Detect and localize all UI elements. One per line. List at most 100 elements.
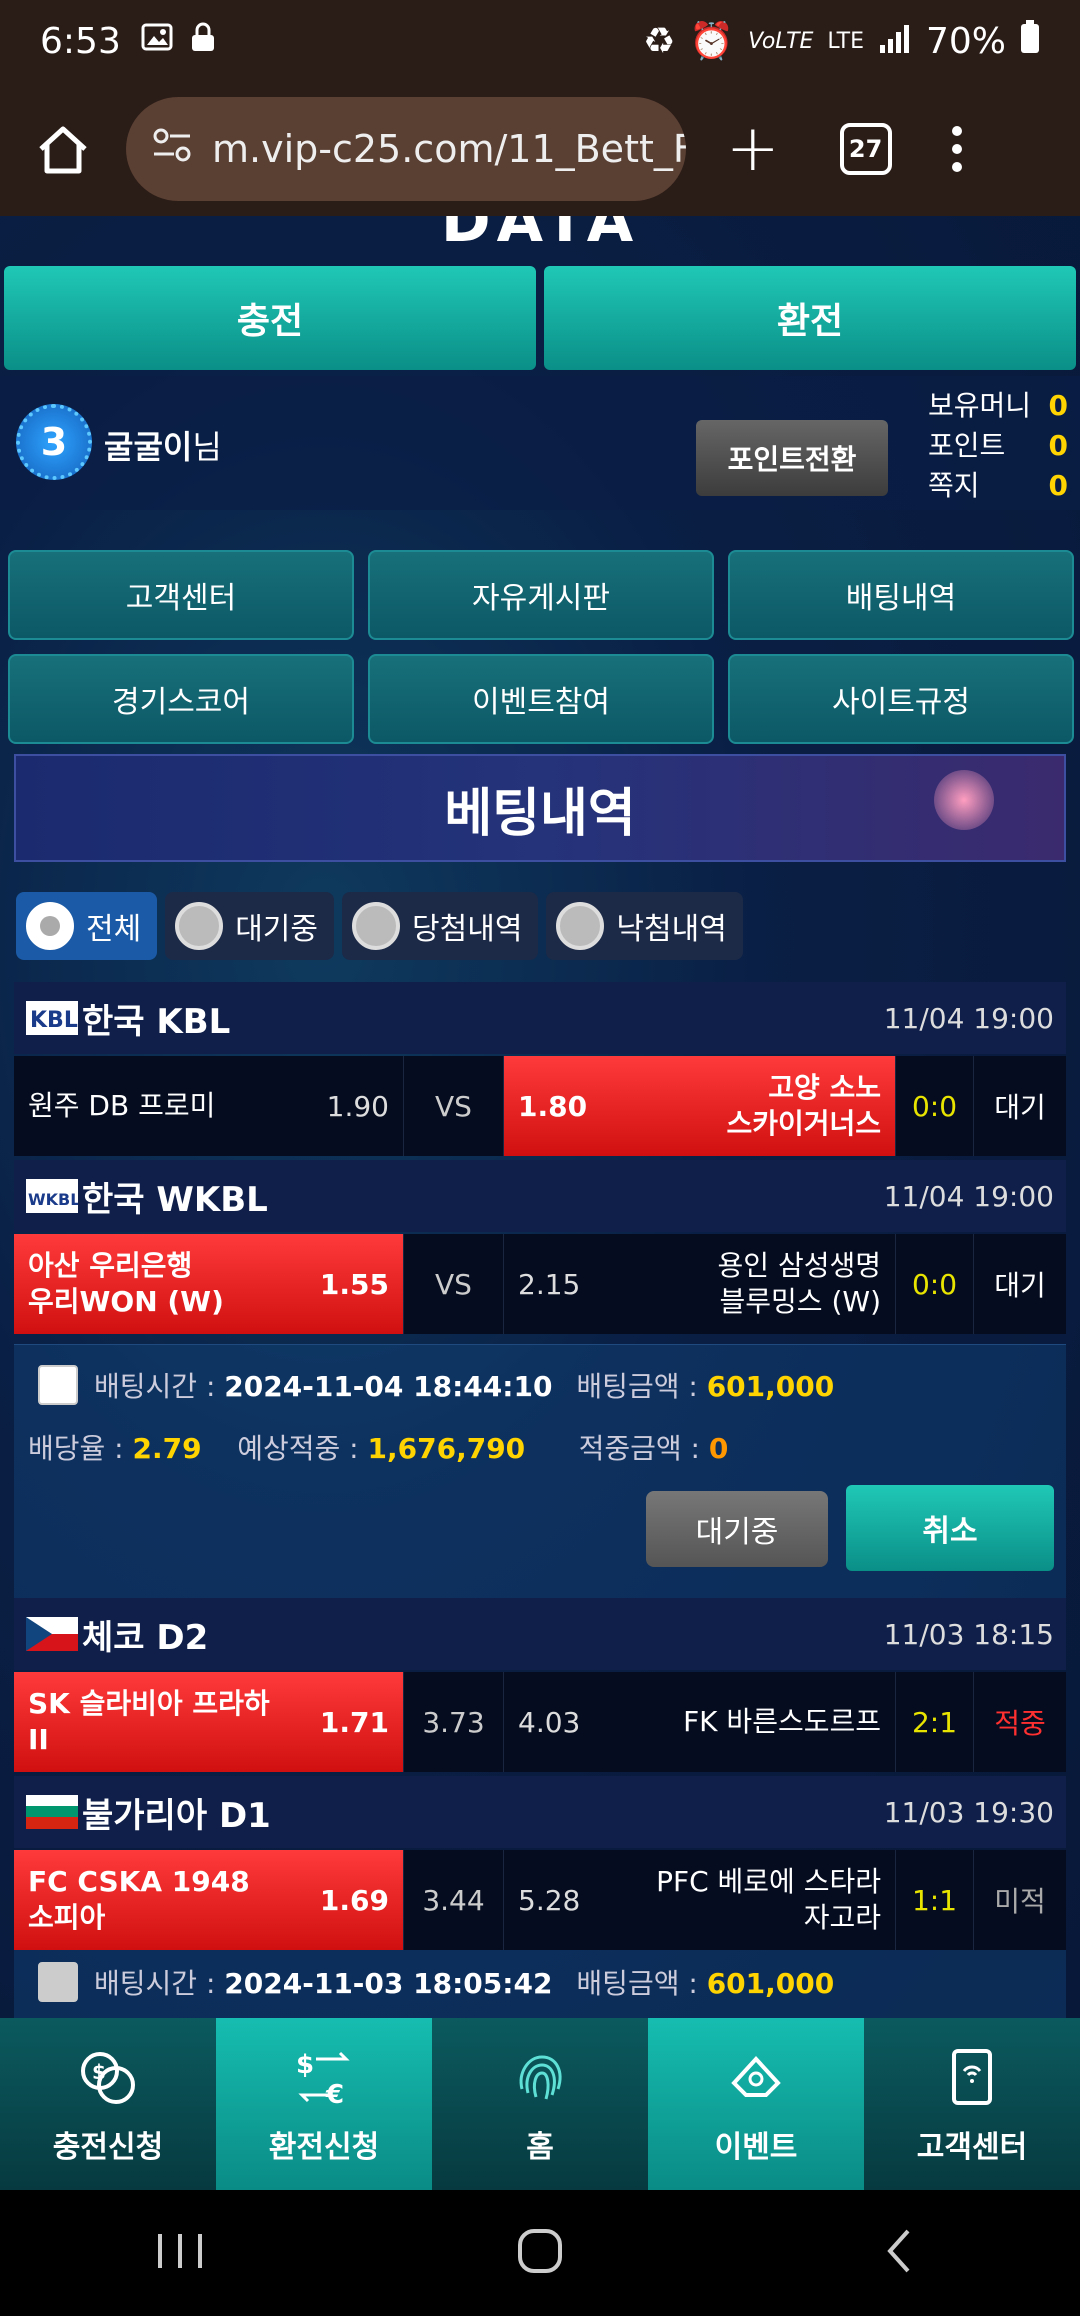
- nav-exchange[interactable]: $ € 환전신청: [216, 2018, 432, 2190]
- draw-cell[interactable]: 3.44: [404, 1850, 504, 1950]
- menu-game-score[interactable]: 경기스코어: [8, 654, 354, 744]
- bet-slip-info: 배팅시간 : 2024-11-04 18:44:10 배팅금액 : 601,00…: [14, 1344, 1066, 1598]
- nav-charge[interactable]: $ 충전신청: [0, 2018, 216, 2190]
- new-tab-button[interactable]: +: [726, 112, 780, 186]
- filter-lost[interactable]: 낙첨내역: [546, 892, 743, 960]
- point-convert-button[interactable]: 포인트전환: [696, 420, 888, 496]
- radio-icon: [352, 902, 401, 950]
- url-text: m.vip-c25.com/11_Bett_F: [212, 127, 686, 171]
- system-back-button[interactable]: [870, 2221, 930, 2285]
- away-team-cell[interactable]: 2.15 용인 삼성생명 블루밍스 (W): [504, 1234, 896, 1334]
- league-name: 불가리아 D1: [82, 1795, 271, 1836]
- league-header: 체코 D2 11/03 18:15: [14, 1598, 1066, 1670]
- status-cell: 대기: [994, 1269, 1046, 1302]
- away-team-cell[interactable]: 4.03 FK 바른스도르프: [504, 1672, 896, 1772]
- league-header: WKBL 한국 WKBL 11/04 19:00: [14, 1160, 1066, 1232]
- bet-slip-info: 배팅시간 : 2024-11-03 18:05:42 배팅금액 : 601,00…: [14, 1950, 1066, 2018]
- filter-won[interactable]: 당첨내역: [342, 892, 539, 960]
- vs-cell: VS: [404, 1234, 504, 1334]
- home-team-cell-selected[interactable]: SK 슬라비아 프라하 II 1.71: [14, 1672, 404, 1772]
- status-bar: 6:53 ♻ ⏰ VoLTE LTE 70%: [0, 0, 1080, 82]
- menu-customer-center[interactable]: 고객센터: [8, 550, 354, 640]
- bet-select-checkbox[interactable]: [38, 1365, 78, 1405]
- nav-support[interactable]: 고객센터: [864, 2018, 1080, 2190]
- away-team-cell[interactable]: 5.28 PFC 베로에 스타라 자고라: [504, 1850, 896, 1950]
- username: 굴굴이님: [104, 428, 222, 466]
- recent-apps-button[interactable]: [150, 2226, 210, 2280]
- home-team-cell[interactable]: 원주 DB 프로미 1.90: [14, 1056, 404, 1156]
- browser-toolbar: m.vip-c25.com/11_Bett_F + 27: [0, 82, 1080, 216]
- banner-glow: [934, 770, 994, 830]
- address-bar[interactable]: m.vip-c25.com/11_Bett_F: [126, 97, 686, 201]
- svg-text:$: $: [296, 2050, 314, 2080]
- nav-event[interactable]: 이벤트: [648, 2018, 864, 2190]
- page-title: 베팅내역: [444, 783, 636, 844]
- charge-button[interactable]: 충전: [4, 266, 536, 370]
- draw-cell[interactable]: 3.73: [404, 1672, 504, 1772]
- away-team-cell-selected[interactable]: 1.80 고양 소노 스카이거너스: [504, 1056, 896, 1156]
- battery-text: 70%: [925, 20, 1006, 62]
- tab-switcher-button[interactable]: 27: [839, 123, 892, 175]
- battery-icon: [1020, 19, 1040, 63]
- point-value: 0: [1048, 429, 1068, 462]
- image-icon: [141, 21, 173, 61]
- home-team-cell-selected[interactable]: FC CSKA 1948 소피아 1.69: [14, 1850, 404, 1950]
- filter-group: 전체 대기중 당첨내역 낙첨내역: [16, 892, 743, 960]
- bulgaria-flag-icon: [26, 1795, 78, 1829]
- menu-site-rules[interactable]: 사이트규정: [728, 654, 1074, 744]
- match-date: 11/03 19:30: [883, 1795, 1054, 1829]
- match-date: 11/04 19:00: [883, 1179, 1054, 1213]
- score-cell: 2:1: [896, 1672, 974, 1772]
- browser-menu-button[interactable]: [951, 126, 962, 172]
- radio-icon: [556, 902, 605, 950]
- league-name: 체코 D2: [82, 1617, 209, 1658]
- back-icon: [887, 2229, 910, 2273]
- home-team-cell-selected[interactable]: 아산 우리은행 우리WON (W) 1.55: [14, 1234, 404, 1334]
- filter-pending[interactable]: 대기중: [165, 892, 335, 960]
- signal-icon: [878, 21, 912, 62]
- coins-icon: $: [73, 2042, 143, 2112]
- level-badge: 3: [16, 404, 92, 480]
- svg-text:$: $: [92, 2060, 106, 2084]
- menu-betting-history[interactable]: 배팅내역: [728, 550, 1074, 640]
- system-home-button[interactable]: [510, 2221, 570, 2285]
- status-cell: 적중: [994, 1707, 1046, 1740]
- clock: 6:53: [40, 20, 121, 62]
- match-date: 11/04 19:00: [883, 1001, 1054, 1035]
- lock-icon: [189, 21, 217, 61]
- recents-icon: [158, 2234, 202, 2268]
- status-cell: 미적: [994, 1885, 1046, 1918]
- menu-event[interactable]: 이벤트참여: [368, 654, 714, 744]
- browser-home-button[interactable]: [30, 116, 96, 182]
- money-label: 보유머니: [928, 389, 1032, 422]
- user-stats: 보유머니 0 포인트 0 쪽지 0: [928, 386, 1068, 506]
- bet-select-checkbox[interactable]: [38, 1962, 78, 2002]
- message-label: 쪽지: [928, 469, 980, 502]
- exchange-button[interactable]: 환전: [544, 266, 1076, 370]
- cancel-bet-button[interactable]: 취소: [846, 1485, 1054, 1571]
- currency-exchange-icon: $ €: [289, 2042, 359, 2112]
- fingerprint-icon: [505, 2042, 575, 2112]
- kbl-logo-icon: KBL: [26, 1001, 78, 1035]
- alarm-icon: ⏰: [689, 21, 735, 62]
- status-cell: 대기: [994, 1091, 1046, 1124]
- score-cell: 0:0: [896, 1234, 974, 1334]
- home-circle-icon: [518, 2229, 562, 2273]
- svg-text:KBL: KBL: [30, 1008, 78, 1033]
- hit-amount: 0: [708, 1432, 729, 1465]
- site-settings-icon[interactable]: [152, 127, 192, 172]
- pending-status-button[interactable]: 대기중: [646, 1491, 828, 1567]
- match-row: 원주 DB 프로미 1.90 VS 1.80 고양 소노 스카이거너스 0:0 대…: [14, 1056, 1066, 1156]
- league-header: 불가리아 D1 11/03 19:30: [14, 1776, 1066, 1848]
- czech-flag-icon: [26, 1617, 78, 1651]
- system-nav-bar: [0, 2190, 1080, 2316]
- lte-label: LTE: [827, 28, 864, 54]
- filter-all[interactable]: 전체: [16, 892, 158, 960]
- bet-amount: 601,000: [706, 1370, 835, 1403]
- match-row: 아산 우리은행 우리WON (W) 1.55 VS 2.15 용인 삼성생명 블루밍…: [14, 1234, 1066, 1334]
- nav-home[interactable]: 홈: [432, 2018, 648, 2190]
- radio-icon: [175, 902, 224, 950]
- menu-free-board[interactable]: 자유게시판: [368, 550, 714, 640]
- svg-text:WKBL: WKBL: [28, 1190, 78, 1209]
- event-icon: [721, 2042, 791, 2112]
